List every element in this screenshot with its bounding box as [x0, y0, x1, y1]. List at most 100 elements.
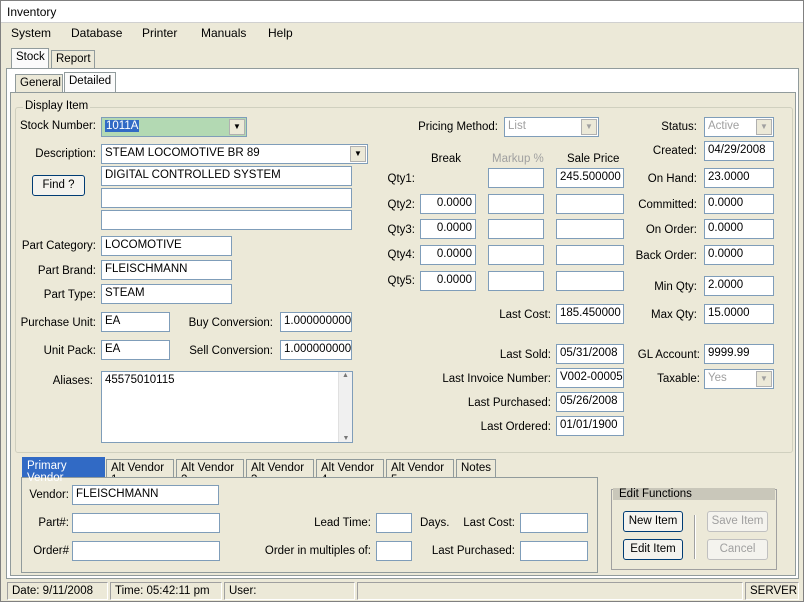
- qty3-markup-field[interactable]: [488, 219, 544, 239]
- description-field-3[interactable]: [101, 188, 352, 208]
- save-item-button[interactable]: Save Item: [707, 511, 768, 532]
- last-sold-field[interactable]: 05/31/2008: [556, 344, 624, 364]
- tab-stock[interactable]: Stock: [11, 48, 49, 68]
- menu-system[interactable]: System: [11, 26, 51, 40]
- qty4-sale-field[interactable]: [556, 245, 624, 265]
- part-no-field[interactable]: [72, 513, 220, 533]
- on-hand-label: On Hand:: [647, 173, 697, 185]
- qty5-sale-field[interactable]: [556, 271, 624, 291]
- part-category-label: Part Category:: [21, 240, 96, 252]
- sell-conversion-field[interactable]: 1.000000000: [280, 340, 352, 360]
- back-order-field[interactable]: 0.0000: [704, 245, 774, 265]
- qty5-break-field[interactable]: 0.0000: [420, 271, 476, 291]
- break-header: Break: [431, 153, 462, 165]
- order-no-field[interactable]: [72, 541, 220, 561]
- menu-manuals[interactable]: Manuals: [201, 26, 246, 40]
- part-brand-field[interactable]: FLEISCHMANN: [101, 260, 232, 280]
- status-dropdown-icon[interactable]: ▼: [756, 119, 772, 135]
- tab-alt-vendor-1[interactable]: Alt Vendor 1: [106, 459, 174, 486]
- last-purchased-label: Last Purchased:: [467, 397, 551, 409]
- last-invoice-number-field[interactable]: V002-00005: [556, 368, 624, 388]
- qty5-markup-field[interactable]: [488, 271, 544, 291]
- qty2-break-field[interactable]: 0.0000: [420, 194, 476, 214]
- description-field-1[interactable]: STEAM LOCOMOTIVE BR 89: [101, 144, 368, 164]
- tab-report[interactable]: Report: [51, 50, 95, 68]
- gl-account-field[interactable]: 9999.99: [704, 344, 774, 364]
- on-order-field[interactable]: 0.0000: [704, 219, 774, 239]
- unit-pack-field[interactable]: EA: [101, 340, 170, 360]
- max-qty-field[interactable]: 15.0000: [704, 304, 774, 324]
- status-blank: [357, 582, 743, 600]
- vendor-field[interactable]: FLEISCHMANN: [72, 485, 219, 505]
- last-ordered-field[interactable]: 01/01/1900: [556, 416, 624, 436]
- tab-general[interactable]: General: [15, 74, 63, 92]
- qty4-markup-field[interactable]: [488, 245, 544, 265]
- aliases-scrollbar[interactable]: ▲ ▼: [338, 372, 352, 442]
- cancel-button[interactable]: Cancel: [707, 539, 768, 560]
- tab-alt-vendor-4[interactable]: Alt Vendor 4: [316, 459, 384, 486]
- tab-notes[interactable]: Notes: [456, 459, 496, 477]
- edit-item-button[interactable]: Edit Item: [623, 539, 683, 560]
- find-button[interactable]: Find ?: [32, 175, 85, 196]
- part-type-field[interactable]: STEAM: [101, 284, 232, 304]
- qty2-sale-field[interactable]: [556, 194, 624, 214]
- qty5-label: Qty5:: [387, 275, 415, 287]
- lead-time-label: Lead Time:: [314, 517, 371, 529]
- last-ordered-label: Last Ordered:: [480, 421, 551, 433]
- vendor-last-purchased-field[interactable]: [520, 541, 588, 561]
- edit-functions-title: Edit Functions: [619, 488, 692, 500]
- description-field-4[interactable]: [101, 210, 352, 230]
- qty2-markup-field[interactable]: [488, 194, 544, 214]
- part-category-field[interactable]: LOCOMOTIVE: [101, 236, 232, 256]
- pricing-method-dropdown-icon[interactable]: ▼: [581, 119, 597, 135]
- stock-number-dropdown-icon[interactable]: ▼: [229, 119, 245, 135]
- last-cost-label: Last Cost:: [499, 309, 551, 321]
- edit-functions-divider: [694, 515, 696, 559]
- last-purchased-field[interactable]: 05/26/2008: [556, 392, 624, 412]
- qty4-break-field[interactable]: 0.0000: [420, 245, 476, 265]
- last-sold-label: Last Sold:: [499, 349, 551, 361]
- order-no-label: Order#: [33, 545, 69, 557]
- qty3-break-field[interactable]: 0.0000: [420, 219, 476, 239]
- vendor-label: Vendor:: [29, 489, 69, 501]
- taxable-label: Taxable:: [657, 373, 700, 385]
- committed-field[interactable]: 0.0000: [704, 194, 774, 214]
- qty3-sale-field[interactable]: [556, 219, 624, 239]
- qty2-label: Qty2:: [387, 199, 415, 211]
- status-time: Time: 05:42:11 pm: [110, 582, 222, 600]
- scroll-up-icon[interactable]: ▲: [339, 372, 352, 379]
- taxable-dropdown-icon[interactable]: ▼: [756, 371, 772, 387]
- qty1-markup-field[interactable]: [488, 168, 544, 188]
- menu-help[interactable]: Help: [268, 26, 293, 40]
- vendor-last-cost-field[interactable]: [520, 513, 588, 533]
- stock-number-field[interactable]: 1011A: [101, 117, 247, 137]
- status-label: Status:: [661, 121, 697, 133]
- vendor-last-purchased-label: Last Purchased:: [431, 545, 515, 557]
- description-dropdown-icon[interactable]: ▼: [350, 146, 366, 162]
- part-no-label: Part#:: [38, 517, 69, 529]
- tab-alt-vendor-3[interactable]: Alt Vendor 3: [246, 459, 314, 486]
- tab-primary-vendor[interactable]: Primary Vendor: [22, 457, 105, 484]
- vendor-last-cost-label: Last Cost:: [463, 517, 515, 529]
- new-item-button[interactable]: New Item: [623, 511, 683, 532]
- sell-conversion-label: Sell Conversion:: [189, 345, 273, 357]
- scroll-down-icon[interactable]: ▼: [339, 435, 353, 442]
- tab-alt-vendor-2[interactable]: Alt Vendor 2: [176, 459, 244, 486]
- on-hand-field[interactable]: 23.0000: [704, 168, 774, 188]
- min-qty-field[interactable]: 2.0000: [704, 276, 774, 296]
- tab-detailed[interactable]: Detailed: [64, 72, 116, 92]
- menu-database[interactable]: Database: [71, 26, 122, 40]
- purchase-unit-field[interactable]: EA: [101, 312, 170, 332]
- menu-printer[interactable]: Printer: [142, 26, 177, 40]
- qty1-sale-field[interactable]: 245.500000: [556, 168, 624, 188]
- buy-conversion-field[interactable]: 1.000000000: [280, 312, 352, 332]
- created-field[interactable]: 04/29/2008: [704, 141, 774, 161]
- description-field-2[interactable]: DIGITAL CONTROLLED SYSTEM: [101, 166, 352, 186]
- tab-alt-vendor-5[interactable]: Alt Vendor 5: [386, 459, 454, 486]
- aliases-textarea[interactable]: 45575010115: [101, 371, 353, 443]
- order-multiples-field[interactable]: [376, 541, 412, 561]
- lead-time-field[interactable]: [376, 513, 412, 533]
- last-cost-field[interactable]: 185.450000: [556, 304, 624, 324]
- unit-pack-label: Unit Pack:: [43, 345, 96, 357]
- aliases-label: Aliases:: [52, 375, 93, 387]
